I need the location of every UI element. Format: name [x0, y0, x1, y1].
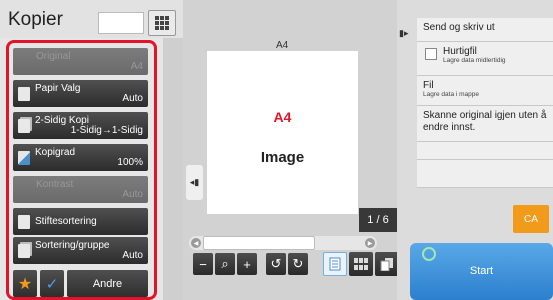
quick-file-checkbox[interactable]: [425, 48, 437, 60]
start-label: Start: [469, 265, 494, 277]
single-page-view-button[interactable]: [323, 252, 347, 276]
paper-size-label: A4: [276, 40, 289, 51]
clear-all-button[interactable]: CA: [513, 205, 549, 233]
thumbnail-grid-icon: [354, 258, 368, 270]
start-button[interactable]: Start: [410, 243, 553, 300]
keypad-icon: [155, 16, 169, 30]
rescan-item[interactable]: Skanne original igjen uten å endre innst…: [417, 106, 553, 142]
magnifier-icon: ⌕: [221, 256, 229, 271]
expand-left-icon: ◂▮: [189, 177, 200, 187]
page-counter: 1 / 6: [359, 208, 397, 232]
scroll-thumb[interactable]: [203, 236, 315, 250]
header-bar: Kopier: [0, 0, 183, 38]
rotate-right-button[interactable]: ↻: [288, 253, 308, 275]
start-icon: [419, 244, 439, 264]
stacked-pages-icon: [380, 258, 393, 271]
plus-icon: +: [243, 256, 251, 272]
file-item[interactable]: Fil Lagre data i mappe: [417, 76, 553, 106]
scroll-left-icon[interactable]: ◀: [191, 238, 201, 248]
quick-file-label: Hurtigfil: [443, 46, 477, 57]
zoom-in-button[interactable]: +: [237, 253, 257, 275]
page-image-text: Image: [260, 149, 305, 166]
rescan-label: Skanne original igjen uten å endre innst…: [423, 110, 547, 133]
numeric-keypad-button[interactable]: [148, 10, 176, 36]
empty-item-1: [417, 142, 553, 160]
preview-scrollbar[interactable]: ◀ ▶: [189, 236, 377, 250]
minus-icon: −: [199, 256, 207, 272]
rotate-left-icon: ↺: [270, 256, 282, 271]
file-sub: Lagre data i mappe: [423, 91, 480, 98]
expand-panel-button[interactable]: ◂▮: [186, 165, 203, 200]
thumbnail-view-button[interactable]: [349, 252, 373, 276]
file-label: Fil: [423, 80, 434, 91]
rotate-left-button[interactable]: ↺: [266, 253, 286, 275]
quick-file-sub: Lagre data midlertidig: [443, 57, 506, 64]
quick-file-item[interactable]: Hurtigfil Lagre data midlertidig: [417, 42, 553, 76]
function-panel-highlight: [6, 40, 157, 300]
zoom-out-button[interactable]: −: [193, 253, 213, 275]
app-title: Kopier: [8, 9, 63, 30]
page-size-text: A4: [273, 109, 292, 125]
copies-input[interactable]: [98, 12, 144, 34]
send-print-item[interactable]: Send og skriv ut: [417, 18, 553, 42]
send-print-label: Send og skriv ut: [423, 22, 495, 33]
collapse-arrow-icon[interactable]: ▮▸: [399, 28, 408, 39]
empty-item-2: [417, 160, 553, 188]
pages-view-button[interactable]: [375, 252, 399, 276]
zoom-button[interactable]: ⌕: [215, 253, 235, 275]
rotate-right-icon: ↻: [292, 256, 304, 271]
preview-page: A4 Image: [207, 51, 358, 214]
scroll-right-icon[interactable]: ▶: [365, 238, 375, 248]
single-page-icon: [329, 257, 341, 271]
